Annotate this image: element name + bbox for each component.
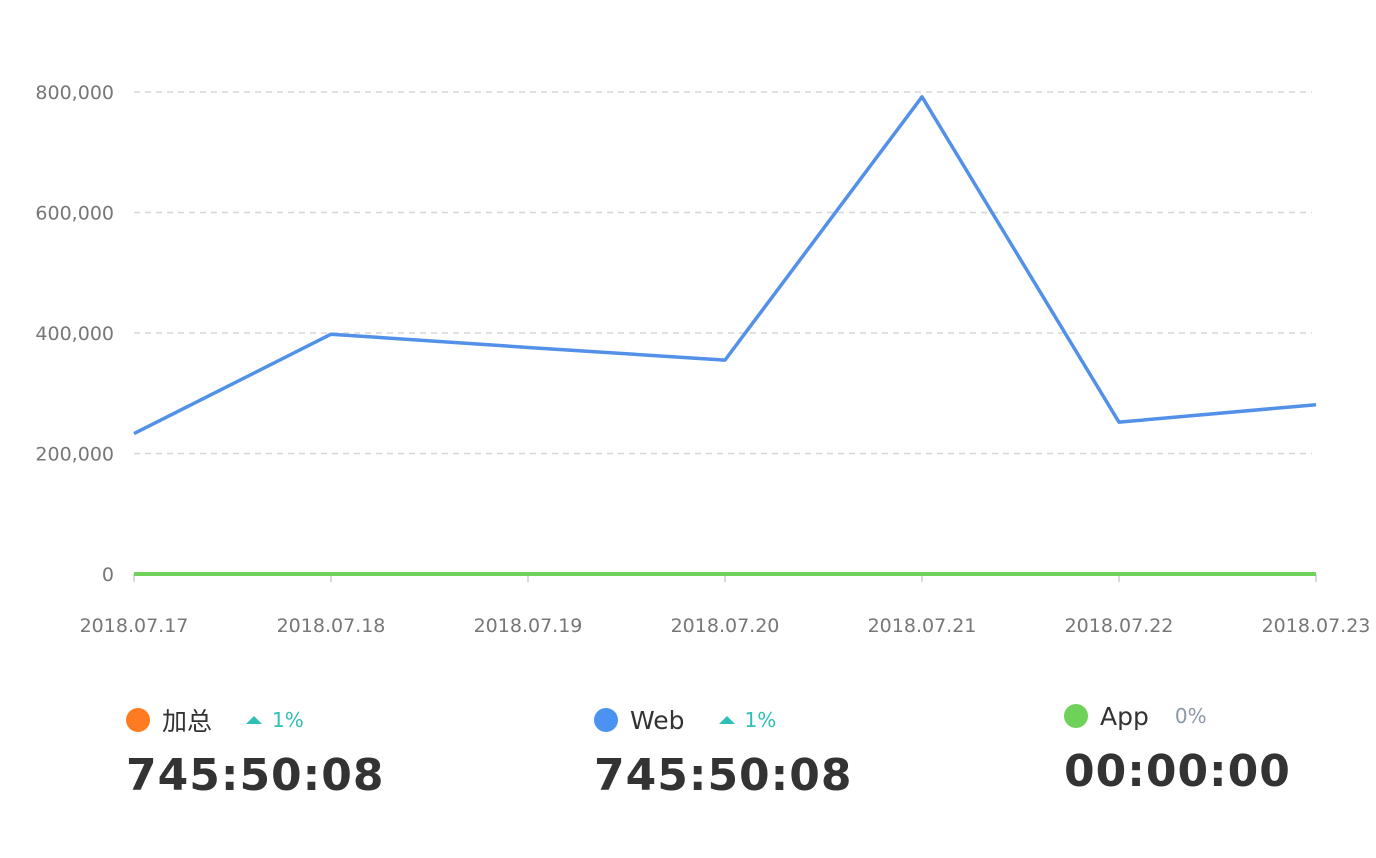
up-arrow-icon <box>246 716 263 724</box>
y-tick-label: 400,000 <box>35 323 114 345</box>
legend-value: 745:50:08 <box>126 750 385 801</box>
legend-value: 745:50:08 <box>594 750 853 801</box>
y-tick-label: 200,000 <box>35 444 114 466</box>
blue-dot-icon <box>594 708 618 732</box>
y-tick-label: 600,000 <box>35 203 114 225</box>
y-tick-label: 800,000 <box>35 82 114 104</box>
legend-change: 1% <box>718 708 777 732</box>
legend-value: 00:00:00 <box>1064 746 1291 797</box>
x-tick-label: 2018.07.18 <box>277 615 386 637</box>
x-tick-label: 2018.07.20 <box>671 615 780 637</box>
orange-dot-icon <box>126 708 150 732</box>
legend-change-value: 0% <box>1174 704 1207 728</box>
legend-item-total: 加总 1% 745:50:08 <box>126 700 486 801</box>
y-tick-label: 0 <box>102 564 114 586</box>
x-tick-label: 2018.07.17 <box>80 615 189 637</box>
x-tick-label: 2018.07.21 <box>868 615 977 637</box>
chart-container: 0 200,000 400,000 600,000 800,000 2018.07.17… <box>0 0 1376 858</box>
legend-name: App <box>1100 701 1149 731</box>
series <box>133 95 1317 576</box>
grid <box>134 91 1312 455</box>
up-arrow-icon <box>718 716 735 724</box>
line-chart: 0 200,000 400,000 600,000 800,000 2018.07.17… <box>35 82 1371 637</box>
legend-item-app: App 0% 00:00:00 <box>1064 696 1376 797</box>
legend-item-web: Web 1% 745:50:08 <box>594 700 954 801</box>
legend-change-value: 1% <box>272 708 304 732</box>
x-tick-label: 2018.07.22 <box>1065 615 1174 637</box>
x-tick-label: 2018.07.23 <box>1262 615 1371 637</box>
green-dot-icon <box>1064 704 1088 728</box>
legend-change-value: 1% <box>744 708 777 732</box>
x-tick-label: 2018.07.19 <box>474 615 583 637</box>
legend-name: 加总 <box>162 707 213 736</box>
legend-change: 1% <box>246 708 304 732</box>
legend-name: Web <box>630 705 685 735</box>
x-axis-ticks: 2018.07.17 2018.07.18 2018.07.19 2018.07.20… <box>80 574 1371 637</box>
legend-change: 0% <box>1175 704 1207 728</box>
y-axis-ticks: 0 200,000 400,000 600,000 800,000 <box>35 82 114 586</box>
series-line-web <box>133 95 1317 436</box>
